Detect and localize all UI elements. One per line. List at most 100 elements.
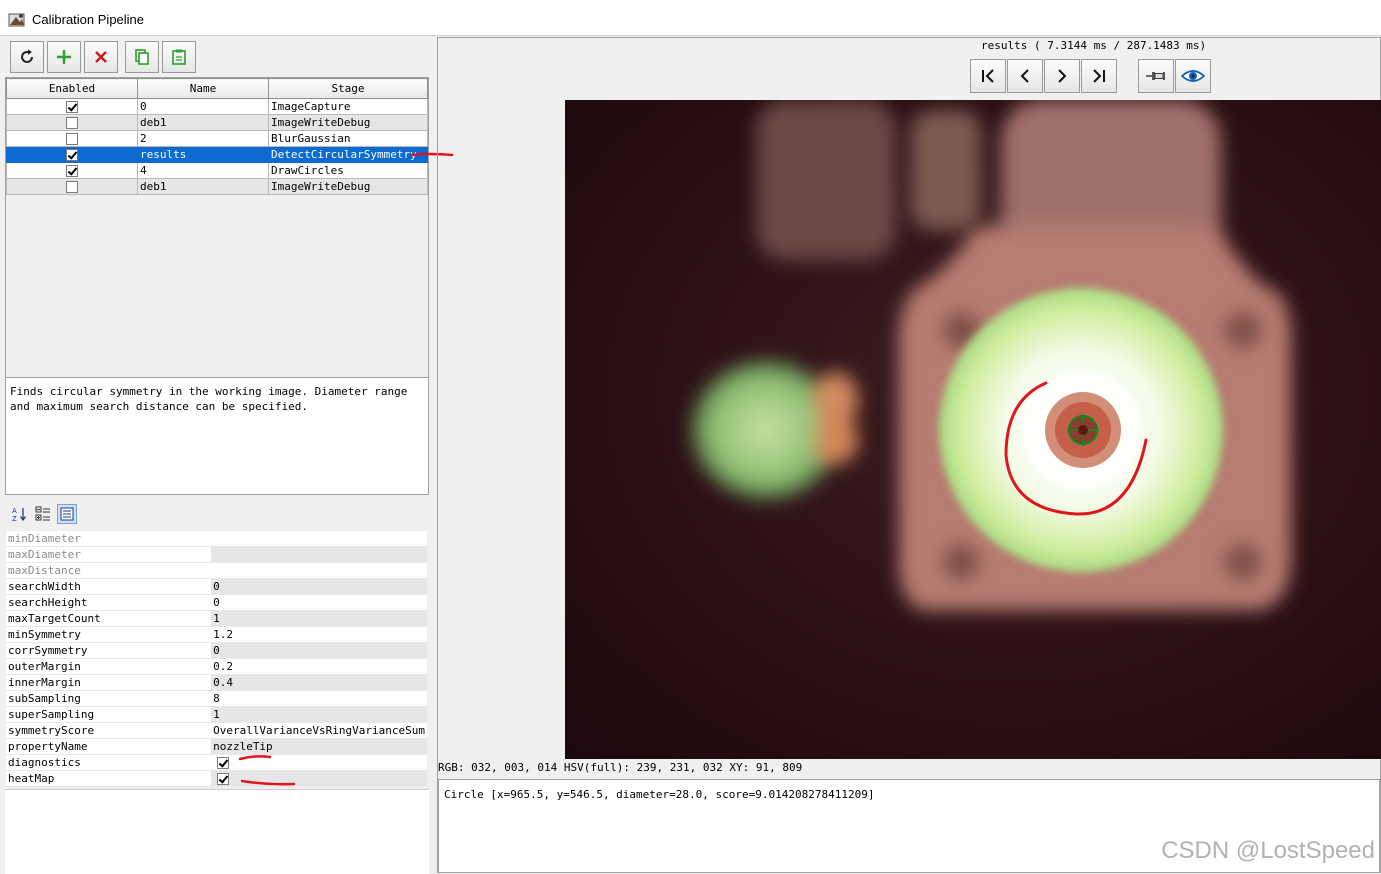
property-row[interactable]: outerMargin 0.2 (6, 658, 427, 675)
categorized-icon (35, 506, 50, 521)
property-value[interactable]: 1.2 (211, 626, 427, 643)
stage-type-cell[interactable]: DetectCircularSymmetry (268, 146, 428, 163)
property-row[interactable]: symmetryScore OverallVarianceVsRingVarian… (6, 722, 427, 739)
property-key: symmetryScore (6, 722, 212, 739)
property-value[interactable] (211, 770, 427, 787)
stage-name-cell[interactable]: results (137, 146, 269, 163)
property-value[interactable] (211, 546, 427, 563)
property-row[interactable]: propertyName nozzleTip (6, 738, 427, 755)
next-stage-button[interactable] (1044, 59, 1080, 93)
stage-name-cell[interactable]: 4 (137, 162, 269, 179)
property-key: minSymmetry (6, 626, 212, 643)
add-stage-button[interactable] (47, 41, 81, 73)
stage-row[interactable]: 0 ImageCapture (6, 98, 428, 115)
stage-type-cell[interactable]: ImageWriteDebug (268, 178, 428, 195)
stage-enabled-cell[interactable] (6, 178, 138, 195)
stage-enabled-cell[interactable] (6, 146, 138, 163)
stage-enabled-checkbox[interactable] (66, 181, 78, 193)
property-key: maxTargetCount (6, 610, 212, 627)
paste-stage-button[interactable] (162, 41, 196, 73)
stage-enabled-checkbox[interactable] (66, 101, 78, 113)
property-value[interactable]: 1 (211, 706, 427, 723)
property-value[interactable]: 1 (211, 610, 427, 627)
stage-row[interactable]: 4 DrawCircles (6, 162, 428, 179)
copy-stage-button[interactable] (125, 41, 159, 73)
stage-enabled-checkbox[interactable] (66, 133, 78, 145)
property-row[interactable]: heatMap (6, 770, 427, 787)
property-key: searchWidth (6, 578, 212, 595)
stage-name-cell[interactable]: 2 (137, 130, 269, 147)
prev-icon (1020, 69, 1029, 83)
delete-stage-button[interactable] (84, 41, 118, 73)
stage-type-cell[interactable]: BlurGaussian (268, 130, 428, 147)
stage-row[interactable]: deb1 ImageWriteDebug (6, 114, 428, 131)
categorized-button[interactable] (33, 504, 53, 524)
property-row[interactable]: subSampling 8 (6, 690, 427, 707)
property-value[interactable] (211, 531, 427, 547)
image-viewer[interactable] (501, 100, 1381, 759)
stage-name-cell[interactable]: 0 (137, 98, 269, 115)
property-value[interactable]: OverallVarianceVsRingVarianceSum (211, 722, 427, 739)
property-value[interactable]: 8 (211, 690, 427, 707)
stages-table-container: Enabled Name Stage 0 ImageCapture deb1 Imag… (5, 77, 429, 409)
property-checkbox[interactable] (217, 773, 230, 785)
column-header-stage[interactable]: Stage (268, 78, 428, 99)
previous-stage-button[interactable] (1007, 59, 1043, 93)
sort-alphabetical-button[interactable]: A Z (9, 504, 29, 524)
property-row[interactable]: searchHeight 0 (6, 594, 427, 611)
property-value[interactable]: 0 (211, 642, 427, 659)
stage-enabled-checkbox[interactable] (66, 165, 78, 177)
property-value[interactable]: 0 (211, 594, 427, 611)
stage-enabled-checkbox[interactable] (66, 149, 78, 161)
property-value[interactable]: nozzleTip (211, 738, 427, 755)
stage-enabled-checkbox[interactable] (66, 117, 78, 129)
property-row[interactable]: minDiameter (6, 531, 427, 547)
paste-icon (172, 49, 186, 65)
property-row[interactable]: maxDistance (6, 562, 427, 579)
property-checkbox[interactable] (217, 757, 230, 769)
stage-enabled-cell[interactable] (6, 98, 138, 115)
first-icon (982, 69, 994, 83)
stage-type-cell[interactable]: ImageCapture (268, 98, 428, 115)
stage-enabled-cell[interactable] (6, 114, 138, 131)
property-value[interactable]: 0.4 (211, 674, 427, 691)
stage-description: Finds circular symmetry in the working i… (5, 377, 429, 495)
property-key: corrSymmetry (6, 642, 212, 659)
property-value[interactable] (211, 754, 427, 771)
first-stage-button[interactable] (970, 59, 1006, 93)
refresh-button[interactable] (10, 41, 44, 73)
stage-name-cell[interactable]: deb1 (137, 114, 269, 131)
stage-name-cell[interactable]: deb1 (137, 178, 269, 195)
property-row[interactable]: maxTargetCount 1 (6, 610, 427, 627)
property-row[interactable]: diagnostics (6, 754, 427, 771)
view-toggle-button[interactable] (1175, 59, 1211, 93)
last-stage-button[interactable] (1081, 59, 1117, 93)
eye-icon (1181, 70, 1205, 82)
column-header-name[interactable]: Name (137, 78, 269, 99)
properties-empty-area (5, 789, 429, 874)
property-row[interactable]: innerMargin 0.4 (6, 674, 427, 691)
stage-row[interactable]: deb1 ImageWriteDebug (6, 178, 428, 195)
pin-button[interactable] (1138, 59, 1174, 93)
property-row[interactable]: corrSymmetry 0 (6, 642, 427, 659)
stage-row[interactable]: results DetectCircularSymmetry (6, 146, 428, 163)
property-row[interactable]: searchWidth 0 (6, 578, 427, 595)
stage-enabled-cell[interactable] (6, 162, 138, 179)
right-panel: results ( 7.3144 ms / 287.1483 ms) RGB: … (437, 37, 1381, 873)
stage-row[interactable]: 2 BlurGaussian (6, 130, 428, 147)
property-value[interactable]: 0.2 (211, 658, 427, 675)
property-value[interactable]: 0 (211, 578, 427, 595)
last-icon (1093, 69, 1105, 83)
property-row[interactable]: superSampling 1 (6, 706, 427, 723)
stage-type-cell[interactable]: ImageWriteDebug (268, 114, 428, 131)
stage-type-cell[interactable]: DrawCircles (268, 162, 428, 179)
copy-icon (135, 49, 149, 65)
property-key: outerMargin (6, 658, 212, 675)
stage-enabled-cell[interactable] (6, 130, 138, 147)
property-row[interactable]: minSymmetry 1.2 (6, 626, 427, 643)
column-header-enabled[interactable]: Enabled (6, 78, 138, 99)
property-value[interactable] (211, 562, 427, 579)
property-row[interactable]: maxDiameter (6, 546, 427, 563)
property-pages-button[interactable] (57, 504, 77, 524)
pipeline-status: results ( 7.3144 ms / 287.1483 ms) (981, 39, 1207, 52)
